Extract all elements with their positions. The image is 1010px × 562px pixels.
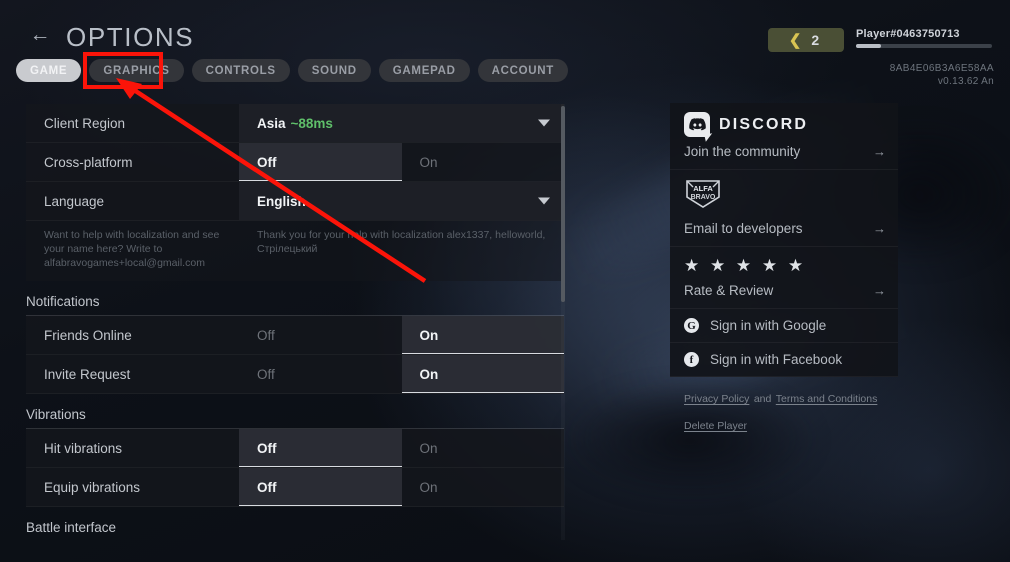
- setting-row-language[interactable]: Language English: [26, 182, 564, 221]
- invite-request-option-on[interactable]: On: [401, 355, 564, 393]
- discord-icon: [684, 112, 710, 137]
- rate-link-row[interactable]: Rate & Review →: [684, 283, 886, 298]
- setting-label: Language: [44, 193, 105, 209]
- setting-label: Client Region: [44, 115, 126, 131]
- tab-gamepad[interactable]: GAMEPAD: [378, 59, 470, 82]
- chevron-left-icon: ❮: [788, 32, 802, 49]
- setting-label: Invite Request: [44, 366, 131, 382]
- language-value: English: [257, 193, 306, 209]
- player-xp-bar-fill: [856, 44, 881, 48]
- player-level-value: 2: [811, 32, 820, 48]
- client-region-dropdown[interactable]: Asia ~88ms: [239, 104, 564, 142]
- setting-row-invite-request[interactable]: Invite Request Off On: [26, 355, 564, 394]
- build-id: 8AB4E06B3A6E58AA: [889, 63, 994, 74]
- back-arrow-icon[interactable]: ←: [27, 24, 53, 46]
- svg-text:BRAVO: BRAVO: [691, 194, 716, 201]
- chevron-down-icon: [538, 197, 550, 205]
- discord-label: Join the community: [684, 144, 801, 159]
- legal-line-2: Delete Player: [684, 416, 896, 434]
- localization-note-right: Thank you for your help with localizatio…: [257, 229, 546, 255]
- sign-in-facebook-label: Sign in with Facebook: [710, 352, 843, 367]
- options-screen: ← OPTIONS GAME GRAPHICS CONTROLS SOUND G…: [0, 0, 1010, 562]
- tab-graphics[interactable]: GRAPHICS: [89, 59, 184, 82]
- friends-online-option-off[interactable]: Off: [239, 316, 402, 354]
- sign-in-google-button[interactable]: G Sign in with Google: [670, 309, 898, 343]
- player-name: Player#0463750713: [856, 28, 960, 40]
- sign-in-facebook-button[interactable]: f Sign in with Facebook: [670, 343, 898, 377]
- friends-online-option-on[interactable]: On: [401, 316, 564, 354]
- section-title-vibrations: Vibrations: [26, 394, 564, 429]
- settings-scrollbar-thumb[interactable]: [561, 106, 565, 302]
- arrow-right-icon: →: [873, 144, 886, 159]
- setting-label: Hit vibrations: [44, 440, 123, 456]
- terms-conditions-link[interactable]: Terms and Conditions: [776, 393, 878, 405]
- setting-label: Cross-platform: [44, 154, 133, 170]
- discord-branding: DISCORD: [684, 112, 884, 137]
- email-label: Email to developers: [684, 221, 803, 236]
- localization-note-left: Want to help with localization and see y…: [44, 229, 220, 269]
- tab-sound[interactable]: SOUND: [297, 59, 371, 82]
- sign-in-google-label: Sign in with Google: [710, 318, 827, 333]
- hit-vibrations-option-on[interactable]: On: [402, 429, 565, 467]
- cross-platform-option-on[interactable]: On: [402, 143, 565, 181]
- setting-row-hit-vibrations[interactable]: Hit vibrations Off On: [26, 429, 564, 468]
- app-version: v0.13.62 An: [937, 76, 994, 87]
- rate-label: Rate & Review: [684, 283, 774, 298]
- setting-label: Friends Online: [44, 327, 132, 343]
- privacy-policy-link[interactable]: Privacy Policy: [684, 393, 749, 405]
- delete-player-link[interactable]: Delete Player: [684, 420, 747, 432]
- legal-conjunction: and: [753, 393, 772, 405]
- discord-link-row[interactable]: Join the community →: [684, 144, 886, 159]
- email-developers-card[interactable]: ALFA BRAVO Email to developers →: [670, 170, 898, 247]
- svg-text:ALFA: ALFA: [693, 184, 713, 193]
- page-title: OPTIONS: [66, 22, 195, 52]
- hit-vibrations-option-off[interactable]: Off: [239, 429, 402, 467]
- chevron-down-icon: [538, 119, 550, 127]
- stars-icon: ★ ★ ★ ★ ★: [684, 256, 807, 275]
- invite-request-option-off[interactable]: Off: [239, 355, 402, 393]
- section-title-battle-interface: Battle interface: [26, 507, 564, 540]
- language-dropdown[interactable]: English: [239, 182, 564, 220]
- client-region-ping: ~88ms: [290, 115, 333, 131]
- alfa-bravo-logo-icon: ALFA BRAVO: [684, 180, 722, 213]
- facebook-icon: f: [684, 352, 699, 367]
- arrow-right-icon: →: [873, 283, 886, 298]
- setting-row-client-region[interactable]: Client Region Asia ~88ms: [26, 104, 564, 143]
- setting-row-friends-online[interactable]: Friends Online Off On: [26, 316, 564, 355]
- legal-links: Privacy Policy and Terms and Conditions …: [670, 377, 898, 434]
- tab-controls[interactable]: CONTROLS: [191, 59, 290, 82]
- tab-bar: GAME GRAPHICS CONTROLS SOUND GAMEPAD ACC…: [16, 59, 569, 82]
- legal-line-1: Privacy Policy and Terms and Conditions: [684, 389, 896, 407]
- localization-note: Want to help with localization and see y…: [26, 221, 564, 281]
- rate-review-card[interactable]: ★ ★ ★ ★ ★ Rate & Review →: [670, 247, 898, 309]
- setting-label: Equip vibrations: [44, 479, 141, 495]
- email-link-row[interactable]: Email to developers →: [684, 221, 886, 236]
- tab-game[interactable]: GAME: [16, 59, 82, 82]
- google-icon: G: [684, 318, 699, 333]
- setting-row-cross-platform[interactable]: Cross-platform Off On: [26, 143, 564, 182]
- tab-account[interactable]: ACCOUNT: [477, 59, 569, 82]
- settings-list[interactable]: Client Region Asia ~88ms Cross-platform …: [26, 104, 564, 540]
- player-level-badge: ❮ 2: [768, 28, 844, 52]
- setting-row-equip-vibrations[interactable]: Equip vibrations Off On: [26, 468, 564, 507]
- arrow-right-icon: →: [873, 221, 886, 236]
- section-title-notifications: Notifications: [26, 281, 564, 316]
- discord-card[interactable]: DISCORD Join the community →: [670, 103, 898, 170]
- client-region-value: Asia: [257, 115, 286, 131]
- equip-vibrations-option-off[interactable]: Off: [239, 468, 402, 506]
- cross-platform-option-off[interactable]: Off: [239, 143, 402, 181]
- sidebar: DISCORD Join the community → ALFA BRAVO …: [670, 103, 898, 434]
- equip-vibrations-option-on[interactable]: On: [402, 468, 565, 506]
- discord-wordmark: DISCORD: [719, 115, 809, 133]
